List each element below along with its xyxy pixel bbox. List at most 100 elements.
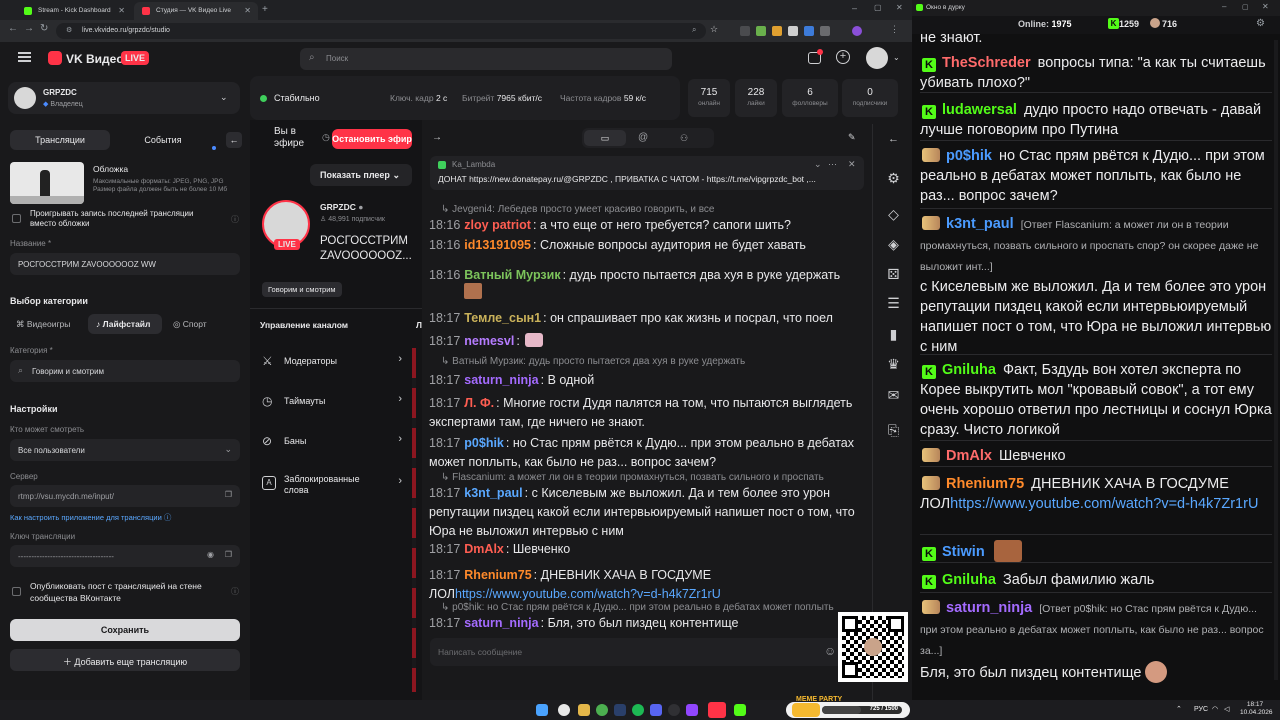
avatar[interactable] [866, 47, 888, 69]
chevron-down-icon[interactable]: ⌄ [893, 53, 900, 62]
chat-input[interactable]: Написать сообщение ☺ [430, 638, 864, 666]
info-icon[interactable]: ⓘ [231, 214, 239, 225]
menu-bans[interactable]: ⊘ Баны › [250, 422, 410, 462]
channel-selector[interactable]: GRPZDC ◆ Владелец ⌄ [8, 82, 240, 114]
minimize-icon[interactable]: – [852, 3, 857, 13]
close-icon[interactable]: ✕ [848, 159, 856, 170]
message-author[interactable]: Темле_сын1 [464, 311, 541, 325]
message-author[interactable]: saturn_ninja [464, 373, 538, 387]
clock[interactable]: 18:17 10.04.2026 [1240, 701, 1273, 717]
category-tag[interactable]: Говорим и смотрим [262, 282, 342, 297]
clipboard-icon[interactable]: ⎘ [886, 423, 901, 438]
kick-message-author[interactable]: p0$hik [946, 148, 992, 164]
kick-message-author[interactable]: TheSchreder [942, 55, 1031, 71]
add-stream-button[interactable]: ＋ Добавить еще трансляцию [10, 649, 240, 671]
message-author[interactable]: id13191095 [464, 238, 531, 252]
cover-image[interactable] [10, 162, 84, 204]
windows-start-icon[interactable] [536, 704, 548, 716]
kick-message-author[interactable]: Rhenium75 [946, 476, 1024, 492]
mentions-icon[interactable]: @ [638, 130, 658, 146]
menu-kebab-icon[interactable]: ⋮ [890, 24, 899, 35]
collapse-icon[interactable]: ⌄ [814, 159, 822, 170]
message-link[interactable]: https://www.youtube.com/watch?v=d-h4k7Zr… [455, 587, 721, 601]
trophy-icon[interactable]: ♛ [886, 357, 901, 372]
play-last-checkbox[interactable] [12, 214, 21, 223]
copy-icon[interactable]: ❐ [225, 490, 232, 499]
cat-sport-tab[interactable]: ◎ Спорт [173, 319, 207, 330]
publish-post-checkbox[interactable] [12, 587, 21, 596]
close-tab-icon[interactable]: ✕ [244, 6, 251, 15]
site-info-icon[interactable]: ⚙ [66, 26, 72, 34]
message-author[interactable]: Rhenium75 [464, 568, 531, 582]
message-author[interactable]: Ватный Мурзик [464, 268, 560, 282]
tab-kick-dashboard[interactable]: Stream - Kick Dashboard ✕ [16, 2, 132, 20]
collapse-arrow-icon[interactable]: ← [226, 132, 242, 148]
volume-icon[interactable]: ◁ [1224, 705, 1229, 713]
extension-icon[interactable] [772, 26, 782, 36]
obs-icon[interactable] [668, 704, 680, 716]
menu-moderators[interactable]: ⚔ Модераторы › [250, 342, 410, 382]
profile-icon[interactable] [852, 26, 862, 36]
minimize-icon[interactable]: – [1222, 2, 1226, 11]
who-can-watch-select[interactable]: Все пользователи ⌄ [10, 439, 240, 461]
gem-icon[interactable]: ◇ [886, 207, 901, 222]
steam-icon[interactable] [614, 704, 626, 716]
extension-icon[interactable] [788, 26, 798, 36]
kick-message-author[interactable]: saturn_ninja [946, 600, 1032, 616]
copy-icon[interactable]: ❐ [225, 550, 232, 559]
dice-icon[interactable]: ⚄ [886, 267, 901, 282]
tray-chevron-icon[interactable]: ⌃ [1176, 705, 1182, 713]
extension-icon[interactable] [820, 26, 830, 36]
kick-message-link[interactable]: https://www.youtube.com/watch?v=d-h4k7Zr… [950, 496, 1258, 512]
kick-message-author[interactable]: ludawersal [942, 102, 1017, 118]
message-author[interactable]: k3nt_paul [464, 486, 522, 500]
menu-timeouts[interactable]: ◷ Таймауты › [250, 382, 410, 422]
forward-icon[interactable]: → [24, 23, 34, 34]
spotify-icon[interactable] [632, 704, 644, 716]
stream-name-input[interactable]: РОСГОССТРИМ ZAVOOOOOOZ WW [10, 253, 240, 275]
kick-message-author[interactable]: k3nt_paul [946, 216, 1014, 232]
eye-icon[interactable]: ◉ [207, 550, 214, 559]
show-player-button[interactable]: Показать плеер ⌄ [310, 164, 412, 186]
hamburger-icon[interactable] [18, 52, 31, 62]
extension-icon[interactable] [756, 26, 766, 36]
kick-message-author[interactable]: DmAlx [946, 448, 992, 464]
maximize-icon[interactable]: ▢ [874, 3, 882, 12]
kick-message-author[interactable]: Gniluha [942, 572, 996, 588]
tab-streams[interactable]: Трансляции [10, 130, 110, 150]
url-field[interactable]: ⚙ live.vkvideo.ru/grpzdc/studio ⌕ [56, 23, 706, 39]
discord-icon[interactable] [650, 704, 662, 716]
back-arrow-icon[interactable]: ← [886, 132, 901, 147]
cat-games-tab[interactable]: ⌘ Видеоигры [16, 319, 70, 330]
how-to-link[interactable]: Как настроить приложение для трансляции … [10, 512, 171, 523]
kick-message-author[interactable]: Gniluha [942, 362, 996, 378]
message-author[interactable]: zloy patriot [464, 218, 531, 232]
save-button[interactable]: Сохранить [10, 619, 240, 641]
close-window-icon[interactable]: ✕ [1262, 2, 1269, 11]
folder-icon[interactable] [578, 704, 590, 716]
menu-blocked-words[interactable]: A Заблокированные слова › [250, 464, 410, 508]
scrollbar[interactable] [1274, 40, 1278, 680]
pin-icon[interactable]: ✎ [848, 132, 856, 143]
zoom-icon[interactable]: ⌕ [692, 25, 696, 35]
bookmark-star-icon[interactable]: ☆ [710, 24, 718, 35]
maximize-icon[interactable]: ▢ [1242, 3, 1249, 11]
search-input[interactable]: ⌕ Поиск [300, 48, 672, 70]
chrome-icon[interactable] [596, 704, 608, 716]
diamond-icon[interactable]: ◈ [886, 237, 901, 252]
message-author[interactable]: nemesvl [464, 334, 514, 348]
kick-message-author[interactable]: Stiwin [942, 544, 985, 560]
message-author[interactable]: DmAlx [464, 542, 504, 556]
message-author[interactable]: p0$hik [464, 436, 504, 450]
chat-bubbles-icon[interactable]: ▭ [584, 130, 626, 146]
kick-taskbar-icon[interactable] [734, 704, 746, 716]
list-icon[interactable]: ☰ [886, 296, 901, 311]
wifi-icon[interactable]: ◠ [1212, 705, 1218, 713]
extension-icon[interactable] [740, 26, 750, 36]
vk-studio-taskbar-icon[interactable] [708, 702, 726, 718]
search-icon[interactable] [558, 704, 570, 716]
cat-lifestyle-tab[interactable]: ♪ Лайфстайл [88, 314, 162, 334]
stop-stream-button[interactable]: Остановить эфир [332, 129, 412, 149]
close-window-icon[interactable]: ✕ [896, 3, 903, 12]
tab-events[interactable]: События [118, 130, 208, 150]
